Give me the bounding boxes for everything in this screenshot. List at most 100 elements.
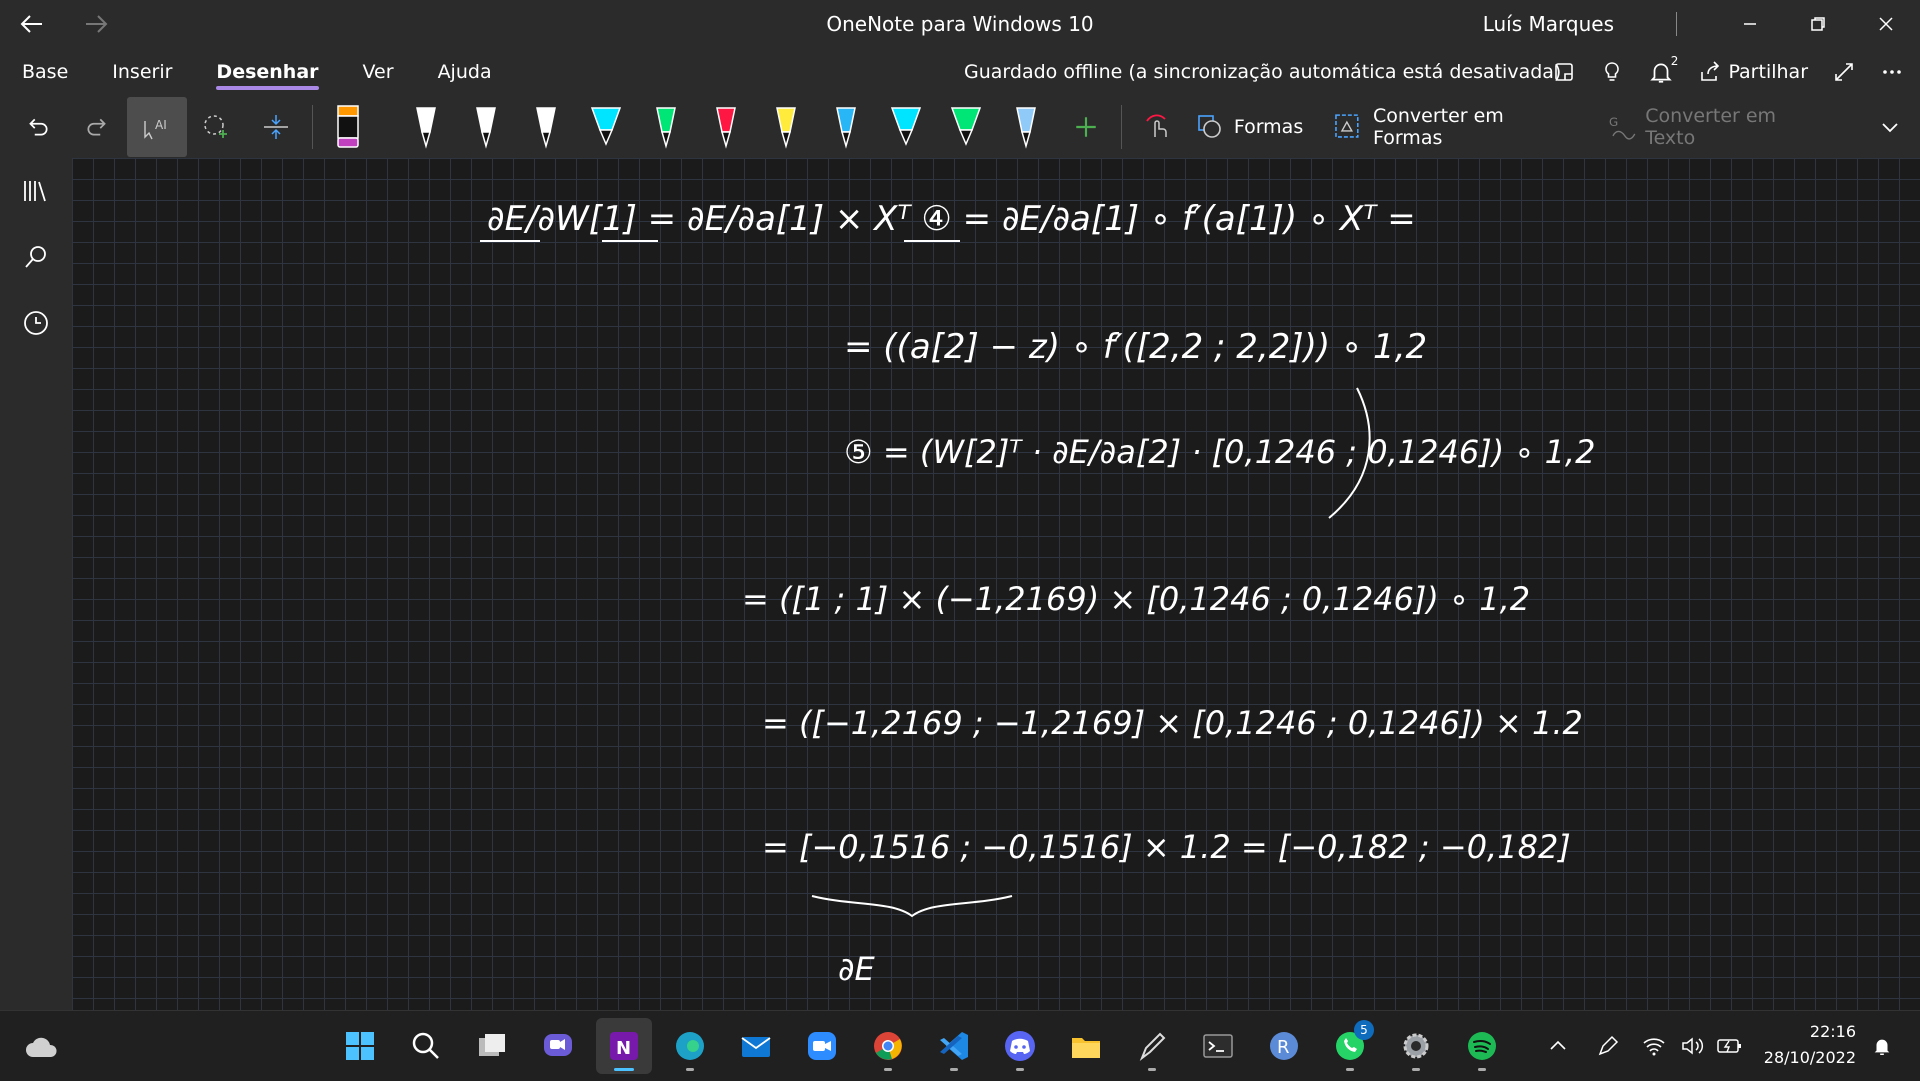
toolbar-expand-button[interactable] xyxy=(1861,97,1920,157)
notebook-view-button[interactable] xyxy=(1540,48,1588,96)
add-pen-button[interactable] xyxy=(1056,96,1116,158)
tray-overflow-button[interactable] xyxy=(1538,1011,1578,1081)
notification-center-button[interactable] xyxy=(1864,1011,1900,1081)
convert-text-label: Converter em Texto xyxy=(1645,105,1777,149)
pen-app-icon xyxy=(1139,1032,1166,1061)
recent-notes-button[interactable] xyxy=(0,290,72,356)
battery-button[interactable] xyxy=(1712,1011,1748,1081)
note-canvas[interactable]: ∂E/∂W[1] = ∂E/∂a[1] × Xᵀ ④ = ∂E/∂a[1] ∘ … xyxy=(72,158,1920,1010)
pen-tool-9[interactable] xyxy=(876,96,936,158)
taskbar-terminal-button[interactable] xyxy=(1190,1018,1246,1074)
ink-line-2: = ((a[2] − z) ∘ f′([2,2 ; 2,2])) ∘ 1,2 xyxy=(844,327,1427,367)
shapes-button[interactable]: Formas xyxy=(1188,96,1311,158)
taskbar-mail-button[interactable] xyxy=(728,1018,784,1074)
expand-icon xyxy=(1835,63,1853,81)
clock-date: 28/10/2022 xyxy=(1763,1048,1856,1067)
pen-tool-1[interactable] xyxy=(396,96,456,158)
taskbar-r-button[interactable]: R xyxy=(1256,1018,1312,1074)
taskbar-settings-button[interactable] xyxy=(1388,1018,1444,1074)
window-title: OneNote para Windows 10 xyxy=(826,12,1094,36)
taskbar-vscode-button[interactable] xyxy=(926,1018,982,1074)
tab-base[interactable]: Base xyxy=(0,48,90,96)
pen-tool-6[interactable] xyxy=(696,96,756,158)
back-arrow-icon xyxy=(20,15,42,33)
eraser-tool[interactable] xyxy=(318,96,378,158)
undo-button[interactable] xyxy=(8,97,68,157)
pen-tool-3[interactable] xyxy=(516,96,576,158)
convert-shapes-label: Converter em Formas xyxy=(1372,105,1504,149)
minimize-button[interactable] xyxy=(1716,0,1784,48)
taskbar-spotify-button[interactable] xyxy=(1454,1018,1510,1074)
settings-icon xyxy=(1403,1033,1429,1059)
weather-widget[interactable] xyxy=(14,1018,70,1074)
touch-draw-button[interactable] xyxy=(1128,96,1188,158)
taskbar-chat-button[interactable] xyxy=(530,1018,586,1074)
plus-icon xyxy=(1075,117,1096,137)
tab-ajuda[interactable]: Ajuda xyxy=(416,48,514,96)
search-button[interactable] xyxy=(0,224,72,290)
type-select-tool[interactable]: AI xyxy=(127,97,187,157)
tab-inserir[interactable]: Inserir xyxy=(90,48,194,96)
pen-tool-8[interactable] xyxy=(816,96,876,158)
add-space-tool[interactable] xyxy=(246,97,306,157)
running-indicator xyxy=(1412,1068,1420,1071)
taskbar-start-button[interactable] xyxy=(332,1018,388,1074)
taskbar-zoom-button[interactable] xyxy=(794,1018,850,1074)
touch-draw-icon xyxy=(1146,114,1167,137)
pen-tool-10[interactable] xyxy=(936,96,996,158)
forward-button[interactable] xyxy=(64,0,128,48)
taskbar-chrome-button[interactable] xyxy=(860,1018,916,1074)
weather-cloud-icon xyxy=(26,1037,57,1057)
taskbar-edge-button[interactable] xyxy=(662,1018,718,1074)
ideas-button[interactable] xyxy=(1588,48,1636,96)
tab-desenhar[interactable]: Desenhar xyxy=(194,48,340,96)
pen-icon xyxy=(475,107,496,149)
taskbar-pen-app-button[interactable] xyxy=(1124,1018,1180,1074)
notebooks-button[interactable] xyxy=(0,158,72,224)
more-options-button[interactable] xyxy=(1868,48,1920,96)
ink-line-1: ∂E/∂W[1] = ∂E/∂a[1] × Xᵀ ④ = ∂E/∂a[1] ∘ … xyxy=(487,199,1416,239)
taskbar: N R 5 22:16 28/10/2022 xyxy=(0,1010,1920,1081)
pen-tool-7[interactable] xyxy=(756,96,816,158)
chrome-icon xyxy=(874,1032,902,1060)
user-account[interactable]: Luís Marques xyxy=(1483,0,1614,48)
taskbar-search-button[interactable] xyxy=(398,1018,454,1074)
taskbar-whatsapp-button[interactable]: 5 xyxy=(1322,1018,1378,1074)
close-button[interactable] xyxy=(1852,0,1920,48)
volume-button[interactable] xyxy=(1674,1011,1710,1081)
tab-ver[interactable]: Ver xyxy=(341,48,416,96)
share-button[interactable]: Partilhar xyxy=(1686,48,1820,96)
taskbar-discord-button[interactable] xyxy=(992,1018,1048,1074)
task-view-icon xyxy=(479,1034,505,1056)
lasso-icon xyxy=(204,115,228,138)
library-icon xyxy=(24,181,46,202)
svg-text:R: R xyxy=(1277,1037,1290,1058)
fullscreen-button[interactable] xyxy=(1820,48,1868,96)
wifi-button[interactable] xyxy=(1636,1011,1672,1081)
pen-icon xyxy=(775,107,796,149)
pen-tool-11[interactable] xyxy=(996,96,1056,158)
taskbar-file-explorer-button[interactable] xyxy=(1058,1018,1114,1074)
convert-to-shapes-button[interactable]: Converter em Formas xyxy=(1325,96,1585,158)
wifi-icon xyxy=(1643,1038,1665,1056)
running-indicator xyxy=(686,1068,694,1071)
toolbar-divider-2 xyxy=(1121,105,1123,149)
running-indicator xyxy=(614,1068,634,1071)
back-button[interactable] xyxy=(0,0,64,48)
pen-tool-2[interactable] xyxy=(456,96,516,158)
restore-button[interactable] xyxy=(1784,0,1852,48)
convert-to-text-button[interactable]: G Converter em Texto xyxy=(1599,96,1838,158)
taskbar-onenote-button[interactable]: N xyxy=(596,1018,652,1074)
system-clock[interactable]: 22:16 28/10/2022 xyxy=(1764,1019,1856,1071)
redo-button[interactable] xyxy=(68,97,128,157)
text-select-icon: AI xyxy=(144,118,167,140)
pen-tool-5[interactable] xyxy=(636,96,696,158)
lasso-select-tool[interactable] xyxy=(187,97,247,157)
notifications-button[interactable]: 2 xyxy=(1636,48,1686,96)
pen-tool-4[interactable] xyxy=(576,96,636,158)
battery-charging-icon xyxy=(1717,1039,1741,1053)
running-indicator xyxy=(1148,1068,1156,1071)
pen-menu-button[interactable] xyxy=(1588,1011,1628,1081)
eraser-icon xyxy=(337,105,359,148)
taskbar-task-view-button[interactable] xyxy=(464,1018,520,1074)
